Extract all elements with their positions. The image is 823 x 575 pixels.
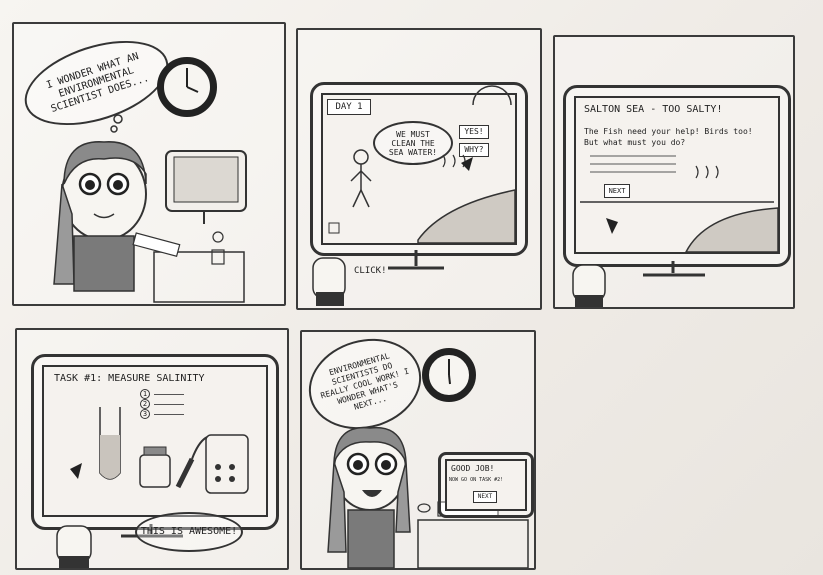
next-button[interactable]: NEXT <box>473 491 497 503</box>
panel-3: SALTON SEA - TOO SALTY! The Fish need yo… <box>553 35 795 309</box>
screen-subtitle: NOW GO ON TASK #2! <box>449 477 504 483</box>
monitor: GOOD JOB! NOW GO ON TASK #2! NEXT <box>438 452 534 518</box>
panel-4: TASK #1: MEASURE SALINITY 1 2 3 THIS IS … <box>15 328 289 570</box>
comic-page: I WONDER WHAT AN ENVIRONMENTAL SCIENTIST… <box>0 0 823 575</box>
panel-2: DAY 1 WE MUST CLEAN THE SEA WATER! YES! … <box>296 28 542 310</box>
panel-1-drawing <box>53 68 247 303</box>
panel-1: I WONDER WHAT AN ENVIRONMENTAL SCIENTIST… <box>12 22 286 306</box>
panel-5-drawing <box>327 359 529 568</box>
click-text: CLICK! <box>354 266 387 276</box>
panel-3-desk <box>572 261 705 307</box>
panel-5: ENVIRONMENTAL SCIENTISTS DO REALLY COOL … <box>300 330 536 570</box>
panel-2-desk <box>312 250 444 306</box>
next-label: NEXT <box>477 493 493 500</box>
game-screen: GOOD JOB! NOW GO ON TASK #2! NEXT <box>445 459 527 511</box>
speech-text: THIS IS AWESOME! <box>140 526 238 537</box>
speech-bubble: THIS IS AWESOME! <box>135 512 243 552</box>
screen-title: GOOD JOB! <box>451 464 495 473</box>
